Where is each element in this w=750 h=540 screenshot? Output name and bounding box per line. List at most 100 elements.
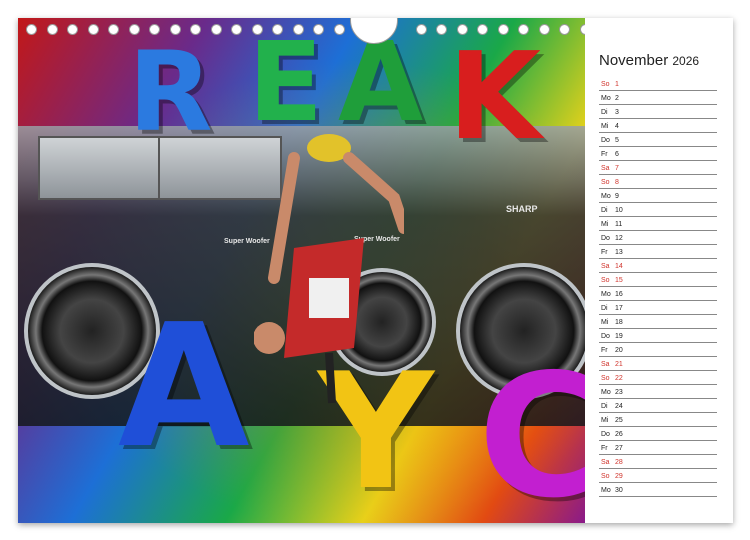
day-number: 14 xyxy=(615,263,623,270)
calendar-day-row: Mo 30 xyxy=(599,482,717,497)
day-number: 13 xyxy=(615,249,623,256)
day-weekday: Do xyxy=(601,333,610,340)
day-number: 29 xyxy=(615,473,623,480)
calendar-day-row: Do 12 xyxy=(599,230,717,245)
calendar-day-row: Mi 18 xyxy=(599,314,717,329)
month-year: 2026 xyxy=(672,54,700,68)
day-weekday: Mo xyxy=(601,291,611,298)
binding-hole xyxy=(538,24,550,35)
day-weekday: So xyxy=(601,179,610,186)
binding-hole xyxy=(26,24,37,35)
brand-label: SHARP xyxy=(506,204,538,214)
binding-hole xyxy=(46,24,58,35)
day-number: 19 xyxy=(615,333,623,340)
binding-hole xyxy=(333,24,345,35)
calendar-day-row: Do 26 xyxy=(599,426,717,441)
day-weekday: Mi xyxy=(601,319,609,326)
calendar-day-row: Mo 16 xyxy=(599,286,717,301)
calendar-day-row: Di 3 xyxy=(599,104,717,119)
binding-hole xyxy=(231,24,242,35)
binding-hole xyxy=(313,24,324,35)
calendar-column: November 2026 So 1 Mo 2 Di 3 Mi 4 Do 5 Fr 6 Sa 7 So 8 Mo… xyxy=(585,18,733,523)
day-weekday: Do xyxy=(601,235,610,242)
day-number: 30 xyxy=(615,487,623,494)
day-number: 16 xyxy=(615,291,623,298)
letter-a-bottom: A xyxy=(118,288,250,486)
day-weekday: So xyxy=(601,81,610,88)
calendar-day-row: Fr 13 xyxy=(599,244,717,259)
month-name: November xyxy=(599,52,669,69)
day-weekday: Fr xyxy=(601,445,608,452)
day-number: 11 xyxy=(615,221,623,228)
day-number: 20 xyxy=(615,347,623,354)
calendar-day-row: Fr 27 xyxy=(599,440,717,455)
day-number: 2 xyxy=(615,95,619,102)
day-number: 27 xyxy=(615,445,623,452)
day-weekday: Mi xyxy=(601,221,609,228)
letter-k: K xyxy=(448,28,541,167)
day-number: 17 xyxy=(615,305,623,312)
binding-hole xyxy=(251,24,263,35)
binding-hole xyxy=(108,24,119,35)
day-weekday: So xyxy=(601,375,610,382)
calendar-day-row: Sa 14 xyxy=(599,258,717,273)
binding-hole xyxy=(128,24,140,35)
calendar-day-row: Mo 23 xyxy=(599,384,717,399)
day-weekday: Mi xyxy=(601,417,609,424)
day-weekday: Mo xyxy=(601,389,611,396)
binding-hole xyxy=(415,24,427,35)
day-weekday: Fr xyxy=(601,249,608,256)
binding-hole xyxy=(436,24,447,35)
calendar-day-row: Sa 7 xyxy=(599,160,717,175)
calendar-day-row: Di 10 xyxy=(599,202,717,217)
day-number: 24 xyxy=(615,403,623,410)
day-weekday: Do xyxy=(601,137,610,144)
calendar-day-row: So 8 xyxy=(599,174,717,189)
day-weekday: Mi xyxy=(601,123,609,130)
binding-hole xyxy=(67,24,78,35)
calendar-day-row: Sa 28 xyxy=(599,454,717,469)
calendar-day-row: Mi 4 xyxy=(599,118,717,133)
day-number: 7 xyxy=(615,165,619,172)
day-number: 23 xyxy=(615,389,623,396)
binding-hole xyxy=(149,24,160,35)
calendar-day-row: So 1 xyxy=(599,76,717,91)
binding-hole xyxy=(477,24,488,35)
day-number: 1 xyxy=(615,81,619,88)
binding-hole xyxy=(87,24,99,35)
day-number: 9 xyxy=(615,193,619,200)
binding-hole xyxy=(210,24,222,35)
day-weekday: Sa xyxy=(601,459,610,466)
calendar-day-row: Do 5 xyxy=(599,132,717,147)
day-number: 10 xyxy=(615,207,623,214)
day-weekday: Sa xyxy=(601,263,610,270)
day-weekday: Mo xyxy=(601,95,611,102)
calendar-day-row: Mo 2 xyxy=(599,90,717,105)
binding-hole xyxy=(272,24,283,35)
day-number: 28 xyxy=(615,459,623,466)
day-number: 3 xyxy=(615,109,619,116)
dancer-figure xyxy=(254,134,404,404)
calendar-day-row: Do 19 xyxy=(599,328,717,343)
day-number: 22 xyxy=(615,375,623,382)
calendar-day-row: So 15 xyxy=(599,272,717,287)
calendar-day-row: Di 17 xyxy=(599,300,717,315)
day-number: 8 xyxy=(615,179,619,186)
day-number: 4 xyxy=(615,123,619,130)
calendar-day-row: Sa 21 xyxy=(599,356,717,371)
letter-r: R xyxy=(128,28,213,156)
day-number: 6 xyxy=(615,151,619,158)
day-weekday: Fr xyxy=(601,151,608,158)
day-number: 15 xyxy=(615,277,623,284)
day-weekday: So xyxy=(601,277,610,284)
day-number: 26 xyxy=(615,431,623,438)
month-title: November 2026 xyxy=(599,52,699,69)
day-number: 21 xyxy=(615,361,623,368)
binding-hole xyxy=(497,24,509,35)
day-weekday: Sa xyxy=(601,165,610,172)
day-weekday: Mo xyxy=(601,193,611,200)
calendar-page: SHARP Super Woofer Super Woofer R E A K … xyxy=(18,18,733,523)
letter-c: C xyxy=(478,338,585,523)
breakdance-photo: SHARP Super Woofer Super Woofer R E A K … xyxy=(18,18,585,523)
binding-hole xyxy=(518,24,529,35)
